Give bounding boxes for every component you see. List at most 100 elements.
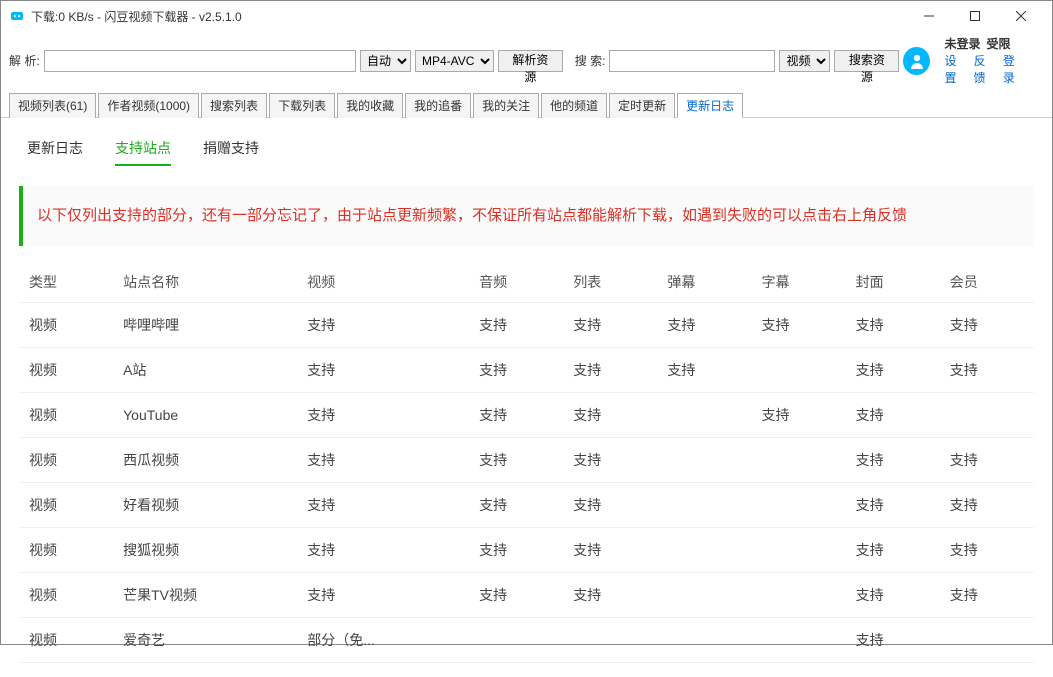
table-cell: 支持 <box>469 303 563 348</box>
table-cell: 视频 <box>19 528 113 573</box>
avatar-icon[interactable] <box>903 47 930 75</box>
th-cover: 封面 <box>846 262 940 303</box>
maximize-button[interactable] <box>952 1 998 31</box>
table-cell <box>752 573 846 618</box>
table-cell: 视频 <box>19 483 113 528</box>
table-row: 视频哔哩哔哩支持支持支持支持支持支持支持 <box>19 303 1034 348</box>
table-cell: 支持 <box>297 348 469 393</box>
table-cell: 视频 <box>19 438 113 483</box>
inner-tab-changelog[interactable]: 更新日志 <box>27 138 83 166</box>
content-area: 更新日志 支持站点 捐赠支持 以下仅列出支持的部分，还有一部分忘记了，由于站点更… <box>1 118 1052 677</box>
table-cell: 支持 <box>940 573 1034 618</box>
table-row: 视频A站支持支持支持支持支持支持 <box>19 348 1034 393</box>
search-input[interactable] <box>609 50 775 72</box>
tab-download-list[interactable]: 下载列表 <box>269 93 335 118</box>
tab-his-channel[interactable]: 他的频道 <box>541 93 607 118</box>
table-cell: 支持 <box>752 393 846 438</box>
table-cell: 支持 <box>657 303 751 348</box>
table-cell: 视频 <box>19 663 113 677</box>
table-cell: 支持 <box>846 393 940 438</box>
table-cell: 腾讯视频 <box>113 663 297 677</box>
table-cell <box>657 573 751 618</box>
table-cell: 搜狐视频 <box>113 528 297 573</box>
table-cell: 支持 <box>469 483 563 528</box>
table-cell: 支持 <box>846 483 940 528</box>
tab-author-videos[interactable]: 作者视频(1000) <box>98 93 199 118</box>
table-cell: 支持 <box>297 483 469 528</box>
toolbar: 解 析: 自动 MP4-AVC 解析资源 搜 索: 视频 搜索资源 未登录 受限… <box>1 31 1052 90</box>
th-vip: 会员 <box>940 262 1034 303</box>
table-cell <box>752 528 846 573</box>
tab-scheduled[interactable]: 定时更新 <box>609 93 675 118</box>
table-cell: 西瓜视频 <box>113 438 297 483</box>
table-cell: 支持 <box>297 438 469 483</box>
tab-bangumi[interactable]: 我的追番 <box>405 93 471 118</box>
table-cell: 支持 <box>563 528 657 573</box>
search-button[interactable]: 搜索资源 <box>834 50 899 72</box>
table-cell <box>940 393 1034 438</box>
table-cell: 支持 <box>563 393 657 438</box>
login-link[interactable]: 登录 <box>1003 52 1026 86</box>
th-audio: 音频 <box>469 262 563 303</box>
table-cell <box>940 618 1034 663</box>
titlebar: 下载:0 KB/s - 闪豆视频下载器 - v2.5.1.0 <box>1 1 1052 31</box>
table-cell: 支持 <box>846 303 940 348</box>
parse-label: 解 析: <box>9 52 40 69</box>
table-cell: 支持 <box>297 573 469 618</box>
account-area: 未登录 受限 设置 反馈 登录 <box>903 35 1044 86</box>
table-row: 视频好看视频支持支持支持支持支持 <box>19 483 1034 528</box>
table-cell <box>563 618 657 663</box>
window-title: 下载:0 KB/s - 闪豆视频下载器 - v2.5.1.0 <box>31 8 906 25</box>
table-cell: 支持 <box>846 573 940 618</box>
table-cell: A站 <box>113 348 297 393</box>
th-danmu: 弹幕 <box>657 262 751 303</box>
parse-input[interactable] <box>44 50 356 72</box>
tab-search-list[interactable]: 搜索列表 <box>201 93 267 118</box>
table-cell: 支持 <box>469 528 563 573</box>
table-cell <box>469 618 563 663</box>
table-cell: 好看视频 <box>113 483 297 528</box>
format-select[interactable]: MP4-AVC <box>415 50 494 72</box>
table-cell: 支持 <box>846 618 940 663</box>
table-cell: 支持 <box>940 663 1034 677</box>
table-cell: 支持 <box>846 663 940 677</box>
table-cell <box>752 348 846 393</box>
search-type-select[interactable]: 视频 <box>779 50 830 72</box>
table-row: 视频芒果TV视频支持支持支持支持支持 <box>19 573 1034 618</box>
table-cell <box>752 663 846 677</box>
table-cell: 爱奇艺 <box>113 618 297 663</box>
table-cell: 支持 <box>657 348 751 393</box>
auto-select[interactable]: 自动 <box>360 50 411 72</box>
table-cell: 支持 <box>940 303 1034 348</box>
tab-favorites[interactable]: 我的收藏 <box>337 93 403 118</box>
table-cell: 部分 <box>297 663 469 677</box>
table-cell: 视频 <box>19 573 113 618</box>
table-cell: 芒果TV视频 <box>113 573 297 618</box>
table-row: 视频YouTube支持支持支持支持支持 <box>19 393 1034 438</box>
table-cell: 哔哩哔哩 <box>113 303 297 348</box>
table-row: 视频西瓜视频支持支持支持支持支持 <box>19 438 1034 483</box>
th-subtitle: 字幕 <box>752 262 846 303</box>
close-button[interactable] <box>998 1 1044 31</box>
settings-link[interactable]: 设置 <box>944 52 967 86</box>
feedback-link[interactable]: 反馈 <box>974 52 997 86</box>
table-cell <box>657 618 751 663</box>
table-cell: 支持 <box>846 528 940 573</box>
table-cell <box>469 663 563 677</box>
minimize-button[interactable] <box>906 1 952 31</box>
table-cell: 支持 <box>940 438 1034 483</box>
notice-banner: 以下仅列出支持的部分，还有一部分忘记了，由于站点更新频繁，不保证所有站点都能解析… <box>19 186 1034 246</box>
inner-tab-sites[interactable]: 支持站点 <box>115 138 171 166</box>
table-cell: 支持 <box>563 348 657 393</box>
table-cell: 支持 <box>563 303 657 348</box>
table-cell: 支持 <box>940 483 1034 528</box>
tab-following[interactable]: 我的关注 <box>473 93 539 118</box>
table-cell: 支持 <box>297 393 469 438</box>
table-cell: 支持 <box>469 393 563 438</box>
parse-button[interactable]: 解析资源 <box>498 50 563 72</box>
tab-video-list[interactable]: 视频列表(61) <box>9 93 96 118</box>
support-table: 类型 站点名称 视频 音频 列表 弹幕 字幕 封面 会员 视频哔哩哔哩支持支持支… <box>19 262 1034 677</box>
table-row: 视频爱奇艺部分（免...支持 <box>19 618 1034 663</box>
inner-tab-donate[interactable]: 捐赠支持 <box>203 138 259 166</box>
tab-changelog[interactable]: 更新日志 <box>677 93 743 118</box>
